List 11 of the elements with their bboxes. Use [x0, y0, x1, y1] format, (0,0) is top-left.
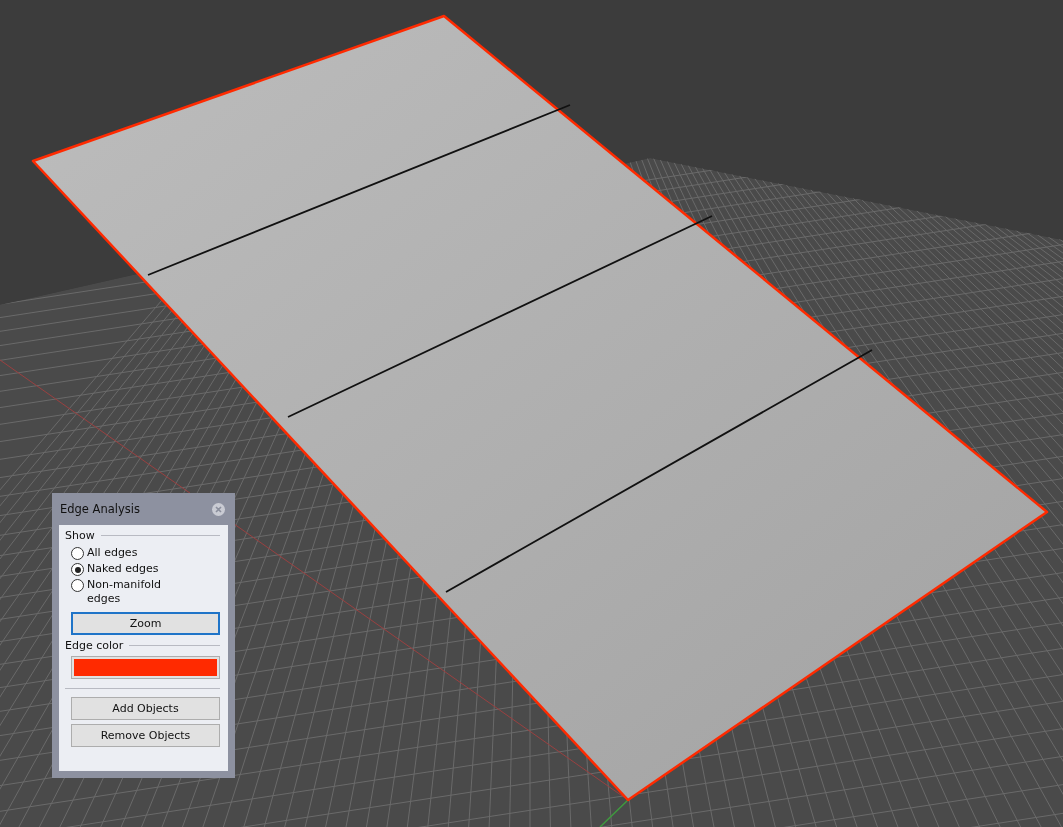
panel-button[interactable]: Add Objects	[71, 697, 220, 720]
radio-option[interactable]: Non-manifold edges	[71, 578, 181, 606]
panel-title: Edge Analysis	[60, 502, 140, 516]
section-label: Show	[65, 529, 95, 542]
close-icon[interactable]	[212, 502, 225, 516]
panel-button[interactable]: Remove Objects	[71, 724, 220, 747]
color-swatch[interactable]	[74, 659, 217, 676]
section-label: Edge color	[65, 639, 124, 652]
radio-option[interactable]: All edges	[71, 546, 181, 560]
radio-option[interactable]: Naked edges	[71, 562, 181, 576]
zoom-button[interactable]: Zoom	[71, 612, 220, 635]
